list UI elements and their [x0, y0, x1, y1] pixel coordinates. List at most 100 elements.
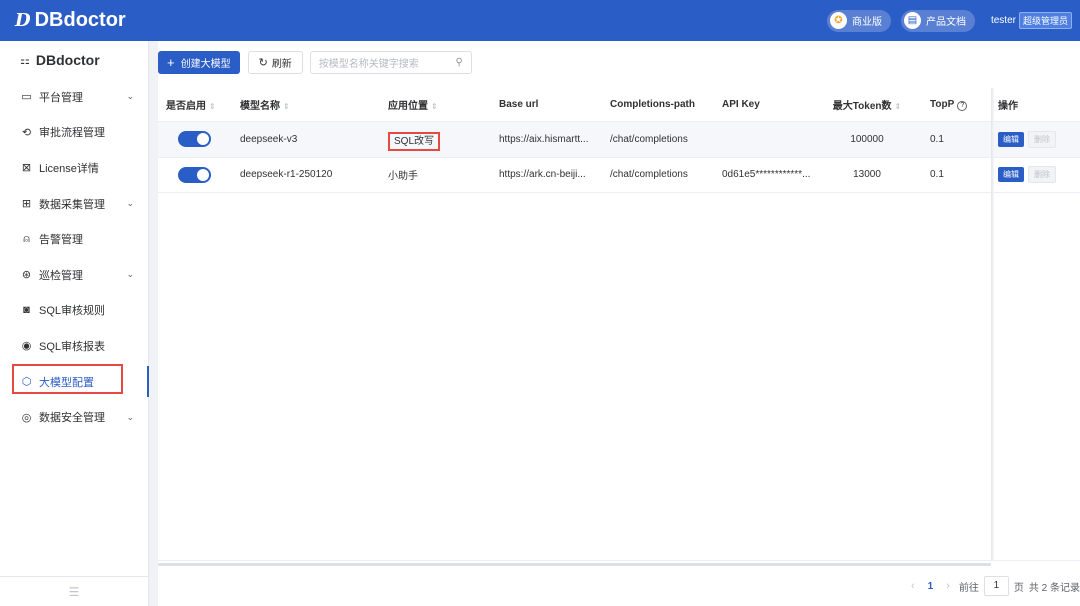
collect-icon: ⊞ [21, 198, 32, 211]
col-base-url-label: Base url [499, 99, 539, 110]
position-cell: 小助手 [388, 171, 418, 183]
col-completions-path: Completions-path [602, 99, 714, 110]
sort-icon: ⇕ [283, 102, 290, 111]
enabled-toggle[interactable] [178, 131, 211, 148]
col-api-key: API Key [714, 99, 822, 110]
model-name-cell: deepseek-v3 [240, 133, 298, 145]
chevron-down-icon: ⌄ [126, 198, 134, 209]
col-actions: 操作 [974, 97, 1074, 112]
page-unit-label: 页 [1013, 582, 1024, 594]
chevron-down-icon: ⌄ [126, 91, 134, 102]
monitor-icon: ▭ [21, 91, 32, 104]
chevron-down-icon: ⌄ [126, 269, 134, 280]
top-bar: D DBdoctor ✪ 商业版 ▤ 产品文档 tester 超级管理员 [0, 0, 1080, 41]
next-page-icon[interactable]: › [946, 580, 950, 592]
sidebar-item-label: 巡检管理 [39, 269, 83, 282]
sort-icon: ⇕ [894, 102, 902, 111]
security-icon: ◎ [21, 411, 32, 424]
edit-button[interactable]: 编辑 [998, 167, 1024, 183]
alarm-icon: ⍝ [23, 232, 30, 245]
sort-icon: ⇕ [209, 102, 216, 111]
col-top-p-label: TopP [930, 98, 955, 110]
inspect-icon: ⊛ [21, 269, 32, 282]
logo-mark: D [15, 10, 31, 31]
page-number[interactable]: 1 [928, 581, 934, 592]
create-model-button[interactable]: + 创建大模型 [158, 50, 240, 74]
top-p-cell: 0.1 [930, 133, 944, 145]
app-logo[interactable]: D DBdoctor [15, 9, 126, 32]
logo-text: DBdoctor [34, 9, 126, 31]
sidebar-item-inspect[interactable]: ⊛ 巡检管理 ⌄ [0, 257, 148, 293]
col-model-name[interactable]: 模型名称 ⇕ [232, 97, 380, 112]
highlight-annotation-box [12, 364, 123, 394]
top-p-cell: 0.1 [930, 169, 944, 181]
col-position-label: 应用位置 [388, 101, 428, 112]
sidebar-item-collect[interactable]: ⊞ 数据采集管理 ⌄ [0, 186, 148, 222]
chevron-down-icon: ⌄ [126, 411, 134, 422]
delete-button[interactable]: 删除 [1028, 166, 1056, 184]
grid-icon: ⚏ [20, 54, 30, 67]
enabled-toggle[interactable] [178, 166, 211, 183]
col-max-token-label: 最大Token数 [832, 101, 892, 112]
help-icon[interactable]: ? [957, 100, 968, 111]
sidebar-item-label: SQL审核规则 [39, 305, 106, 318]
flow-icon: ⟲ [21, 126, 32, 139]
sidebar-item-approval[interactable]: ⟲ 审批流程管理 [0, 115, 148, 151]
sidebar: ⚏ DBdoctor ▭ 平台管理 ⌄ ⟲ 审批流程管理 ⊠ License详情… [0, 41, 149, 606]
col-top-p: TopP? [912, 99, 974, 111]
main-content: + 创建大模型 ↻ 刷新 按模型名称关键字搜索 ⚲ 是否启用 ⇕ 模型名称 ⇕ 应用… [158, 41, 1080, 606]
actions-cell: 编辑 删除 [974, 130, 1074, 148]
role-badge: 超级管理员 [1018, 12, 1072, 29]
completions-path-cell: /chat/completions [610, 169, 688, 181]
col-max-token[interactable]: 最大Token数 ⇕ [822, 97, 912, 112]
enabled-cell [158, 166, 232, 183]
sidebar-item-label: 数据安全管理 [39, 412, 105, 425]
table-row: deepseek-v3 SQL改写 https://aix.hismartt..… [158, 122, 1080, 158]
completions-path-cell: /chat/completions [610, 133, 688, 145]
sidebar-item-data-security[interactable]: ◎ 数据安全管理 ⌄ [0, 399, 148, 435]
col-enabled[interactable]: 是否启用 ⇕ [158, 97, 232, 112]
col-api-key-label: API Key [722, 99, 760, 110]
sidebar-item-sql-report[interactable]: ◉ SQL审核报表 [0, 328, 148, 364]
refresh-icon: ↻ [258, 56, 268, 69]
col-actions-label: 操作 [998, 101, 1018, 112]
refresh-label: 刷新 [271, 58, 292, 70]
search-input[interactable]: 按模型名称关键字搜索 ⚲ [309, 50, 472, 74]
goto-page-input[interactable]: 1 [983, 576, 1009, 596]
edit-button[interactable]: 编辑 [998, 131, 1024, 147]
license-icon: ⊠ [21, 162, 32, 175]
sidebar-item-label: License详情 [39, 162, 99, 175]
top-right-area: ✪ 商业版 ▤ 产品文档 tester 超级管理员 [817, 9, 1072, 32]
sidebar-item-platform[interactable]: ▭ 平台管理 ⌄ [0, 79, 148, 115]
col-completions-path-label: Completions-path [610, 99, 695, 110]
delete-button[interactable]: 删除 [1028, 130, 1056, 148]
sidebar-item-license[interactable]: ⊠ License详情 [0, 150, 148, 186]
sidebar-title-text: DBdoctor [35, 52, 100, 68]
search-icon: ⚲ [455, 56, 463, 68]
horizontal-scrollbar[interactable] [158, 563, 991, 566]
product-docs-button[interactable]: ▤ 产品文档 [900, 9, 975, 32]
badge-icon: ✪ [829, 12, 847, 29]
plus-icon: + [167, 54, 175, 70]
goto-label: 前往 [958, 582, 979, 594]
pagination: ‹ 1 › 前往 1 页 共 2 条记录 [902, 575, 1080, 597]
col-position[interactable]: 应用位置 ⇕ [380, 97, 491, 112]
table-row: deepseek-r1-250120 小助手 https://ark.cn-be… [158, 158, 1080, 193]
sidebar-item-alarm[interactable]: ⍝ 告警管理 [0, 221, 148, 257]
user-menu[interactable]: tester 超级管理员 [991, 12, 1072, 29]
prev-page-icon[interactable]: ‹ [911, 580, 915, 592]
report-icon: ◉ [21, 340, 32, 353]
sort-icon: ⇕ [431, 102, 438, 111]
max-token-cell: 100000 [850, 133, 884, 145]
base-url-cell: https://aix.hismartt... [499, 133, 589, 145]
sidebar-item-sql-rule[interactable]: ◙ SQL审核规则 [0, 293, 148, 329]
collapse-sidebar-button[interactable]: ☰ [0, 576, 148, 606]
rule-icon: ◙ [23, 304, 30, 317]
model-name-cell: deepseek-r1-250120 [240, 169, 333, 181]
toolbar: + 创建大模型 ↻ 刷新 按模型名称关键字搜索 ⚲ [158, 41, 1080, 83]
refresh-button[interactable]: ↻ 刷新 [247, 50, 303, 74]
sidebar-item-label: 审批流程管理 [39, 127, 105, 140]
commercial-edition-button[interactable]: ✪ 商业版 [826, 9, 891, 32]
create-model-label: 创建大模型 [180, 58, 231, 70]
commercial-label: 商业版 [851, 17, 882, 28]
